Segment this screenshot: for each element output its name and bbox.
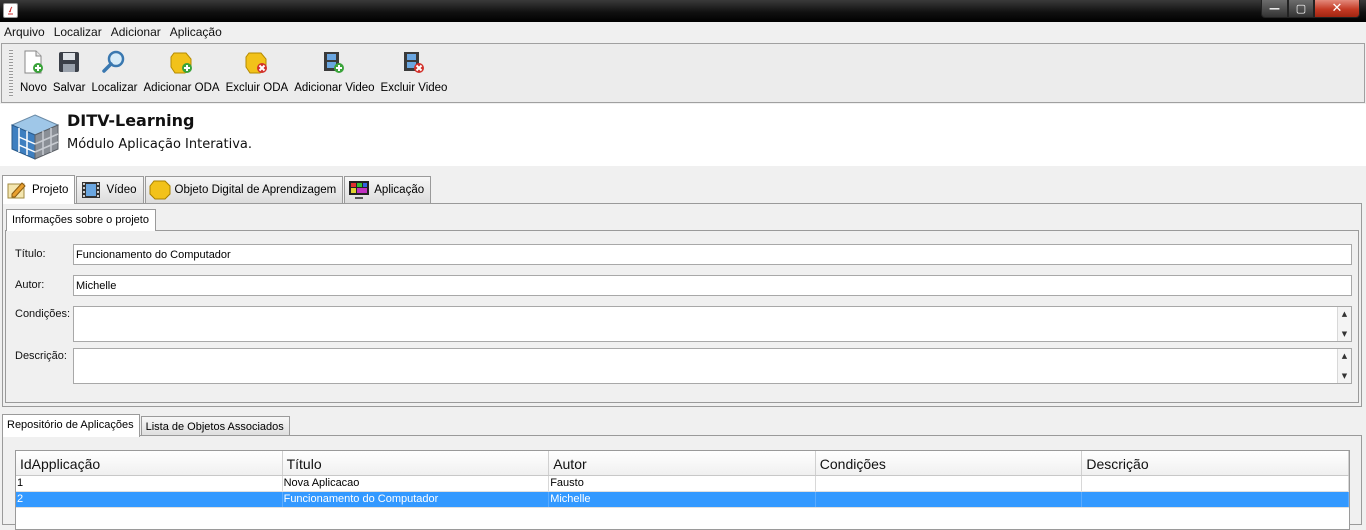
- cell-descricao: [1082, 476, 1349, 491]
- tab-objeto-digital[interactable]: Objeto Digital de Aprendizagem: [144, 176, 344, 203]
- minimize-button[interactable]: —: [1261, 0, 1288, 18]
- autor-input[interactable]: [73, 275, 1352, 296]
- delete-video-button[interactable]: Excluir Video: [380, 44, 448, 94]
- descricao-scrollbar[interactable]: ▲ ▼: [1337, 349, 1351, 383]
- tab-aplicacao[interactable]: Aplicação: [344, 176, 432, 203]
- tab-repositorio-aplicacoes[interactable]: Repositório de Aplicações: [2, 414, 140, 437]
- toolbar-grip[interactable]: [9, 49, 13, 97]
- save-button[interactable]: Salvar: [52, 44, 86, 94]
- bottom-tabs: Repositório de Aplicações Lista de Objet…: [2, 414, 291, 437]
- cell-descricao: [1082, 492, 1349, 507]
- learning-object-icon: [149, 180, 171, 200]
- column-header-descricao[interactable]: Descrição: [1082, 451, 1349, 475]
- delete-oda-icon: [244, 48, 270, 76]
- add-oda-button[interactable]: Adicionar ODA: [144, 44, 220, 94]
- descricao-textarea[interactable]: ▲ ▼: [73, 348, 1352, 384]
- tab-objeto-digital-label: Objeto Digital de Aprendizagem: [174, 184, 337, 196]
- titulo-label: Título:: [15, 248, 46, 260]
- tab-video[interactable]: Vídeo: [76, 176, 144, 203]
- delete-oda-label: Excluir ODA: [225, 82, 289, 94]
- delete-oda-button[interactable]: Excluir ODA: [225, 44, 289, 94]
- delete-video-icon: [401, 48, 427, 76]
- condicoes-textarea[interactable]: ▲ ▼: [73, 306, 1352, 342]
- add-video-label: Adicionar Video: [294, 82, 375, 94]
- tab-projeto-label: Projeto: [32, 184, 69, 196]
- cell-autor: Fausto: [549, 476, 816, 491]
- scroll-up-arrow-icon[interactable]: ▲: [1342, 352, 1347, 360]
- column-header-id[interactable]: IdApplicação: [16, 451, 283, 475]
- film-icon: [80, 180, 102, 200]
- cell-autor: Michelle: [549, 492, 816, 507]
- scroll-down-arrow-icon[interactable]: ▼: [1342, 330, 1347, 338]
- project-icon: [6, 180, 28, 200]
- new-button[interactable]: Novo: [20, 44, 47, 94]
- close-button[interactable]: ✕: [1314, 0, 1360, 18]
- scroll-down-arrow-icon[interactable]: ▼: [1342, 372, 1347, 380]
- project-form: Título: Autor: Condições: ▲ ▼ Descrição:…: [5, 230, 1359, 403]
- app-subtitle: Módulo Aplicação Interativa.: [67, 137, 253, 152]
- tab-projeto[interactable]: Projeto: [2, 175, 76, 204]
- menu-aplicacao[interactable]: Aplicação: [170, 25, 222, 39]
- table-row[interactable]: 1 Nova Aplicacao Fausto: [16, 476, 1349, 492]
- tab-video-label: Vídeo: [106, 184, 137, 196]
- add-oda-label: Adicionar ODA: [143, 82, 220, 94]
- menu-bar: Arquivo Localizar Adicionar Aplicação: [0, 22, 1366, 42]
- column-header-autor[interactable]: Autor: [549, 451, 816, 475]
- new-document-icon: [20, 48, 46, 76]
- tab-lista-objetos-associados[interactable]: Lista de Objetos Associados: [140, 416, 290, 436]
- maximize-button[interactable]: ▢: [1288, 0, 1314, 18]
- new-label: Novo: [20, 82, 47, 94]
- tab-aplicacao-label: Aplicação: [374, 184, 425, 196]
- tab-informacoes-projeto[interactable]: Informações sobre o projeto: [6, 209, 156, 231]
- add-video-button[interactable]: Adicionar Video: [294, 44, 375, 94]
- scroll-up-arrow-icon[interactable]: ▲: [1342, 310, 1347, 318]
- repository-panel: IdApplicação Título Autor Condições Desc…: [2, 435, 1362, 530]
- java-app-icon: [3, 3, 18, 18]
- main-tabs: Projeto Vídeo Objeto Digital de Aprendiz…: [2, 175, 432, 204]
- cell-titulo: Nova Aplicacao: [283, 476, 550, 491]
- floppy-disk-icon: [56, 48, 82, 76]
- table-header: IdApplicação Título Autor Condições Desc…: [16, 451, 1349, 476]
- autor-label: Autor:: [15, 279, 45, 291]
- applications-table: IdApplicação Título Autor Condições Desc…: [15, 450, 1350, 530]
- app-banner: DITV-Learning Módulo Aplicação Interativ…: [0, 104, 1366, 166]
- titulo-input[interactable]: [73, 244, 1352, 265]
- cell-titulo: Funcionamento do Computador: [283, 492, 550, 507]
- app-title: DITV-Learning: [67, 111, 195, 130]
- magnifier-icon: [101, 48, 127, 76]
- table-row-selected[interactable]: 2 Funcionamento do Computador Michelle: [16, 492, 1349, 508]
- menu-adicionar[interactable]: Adicionar: [111, 25, 161, 39]
- tv-application-icon: [348, 180, 370, 200]
- condicoes-label: Condições:: [15, 308, 71, 320]
- cell-id: 2: [16, 492, 283, 507]
- toolbar: Novo Salvar Localizar Adicionar ODA Excl…: [1, 43, 1365, 103]
- menu-arquivo[interactable]: Arquivo: [4, 25, 45, 39]
- cell-id: 1: [16, 476, 283, 491]
- cube-logo-icon: [8, 111, 62, 166]
- find-button[interactable]: Localizar: [91, 44, 138, 94]
- column-header-titulo[interactable]: Título: [283, 451, 550, 475]
- descricao-label: Descrição:: [15, 350, 67, 362]
- condicoes-scrollbar[interactable]: ▲ ▼: [1337, 307, 1351, 341]
- column-header-condicoes[interactable]: Condições: [816, 451, 1083, 475]
- add-video-icon: [321, 48, 347, 76]
- menu-localizar[interactable]: Localizar: [54, 25, 102, 39]
- cell-condicoes: [816, 476, 1083, 491]
- window-title-bar: — ▢ ✕: [0, 0, 1366, 22]
- find-label: Localizar: [91, 82, 138, 94]
- project-panel: Informações sobre o projeto Título: Auto…: [2, 203, 1362, 407]
- delete-video-label: Excluir Video: [380, 82, 448, 94]
- add-oda-icon: [169, 48, 195, 76]
- save-label: Salvar: [52, 82, 86, 94]
- cell-condicoes: [816, 492, 1083, 507]
